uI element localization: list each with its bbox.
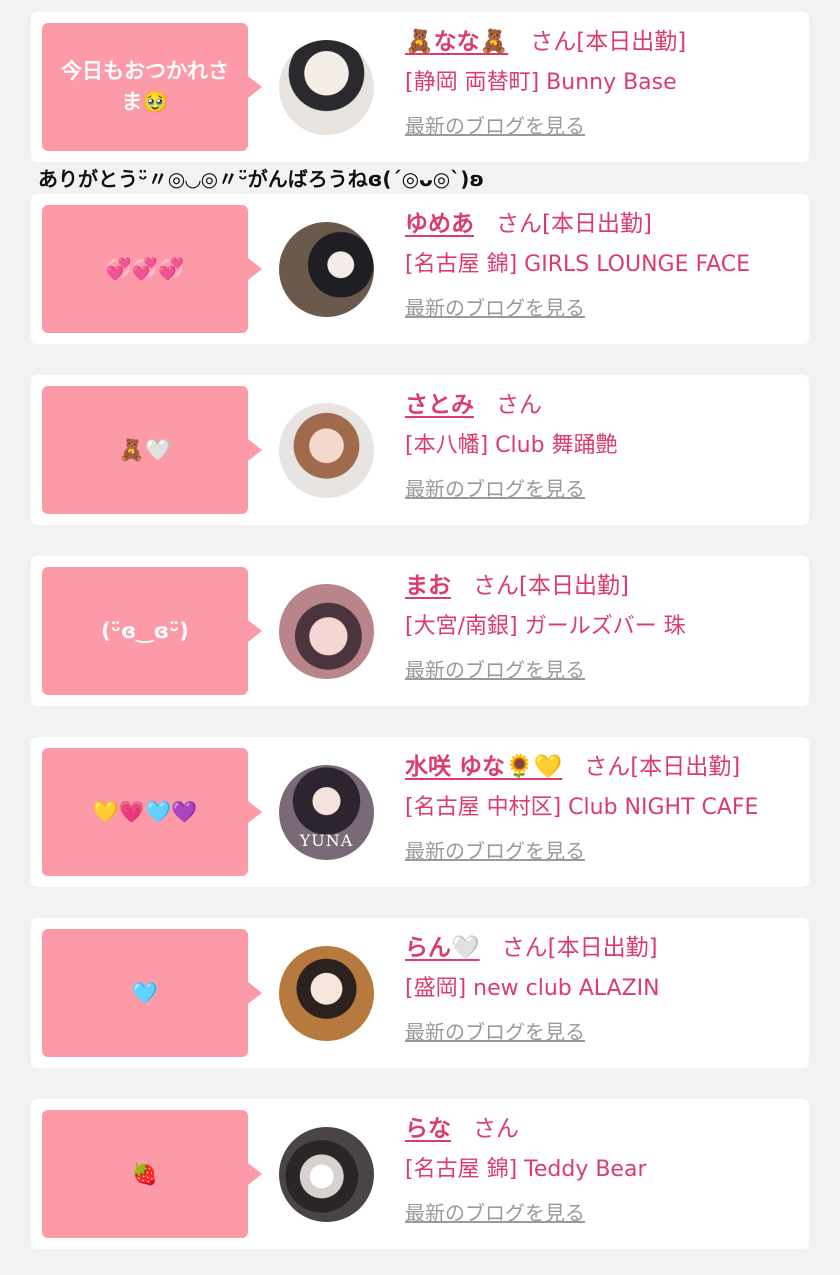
message-bubble: 💞💞💞	[42, 205, 262, 333]
status-label: [本日出勤]	[542, 211, 652, 237]
latest-blog-link[interactable]: 最新のブログを見る	[405, 1018, 585, 1046]
san-suffix: さん	[496, 211, 542, 237]
avatar-caption: YUNA	[299, 831, 354, 850]
san-suffix: さん	[473, 1116, 519, 1142]
shop-name: [静岡 両替町] Bunny Base	[405, 70, 677, 95]
shop-name: [名古屋 錦] Teddy Bear	[405, 1157, 647, 1182]
san-suffix: さん	[501, 935, 548, 961]
status-label: [本日出勤]	[519, 573, 629, 599]
message-bubble: 今日もおつかれさ ま🥹	[42, 23, 262, 151]
message-bubble: 💛💗🩵💜	[42, 748, 262, 876]
status-label: [本日出勤]	[630, 754, 741, 780]
avatar[interactable]: YUNA	[279, 765, 374, 860]
san-suffix: さん	[530, 29, 577, 55]
overflow-text: ありがとうᵕ̈〃◎◡◎〃ᵕ̈がんばろうねɞ(ˊ◎ᴗ◎ˋ)ʚ	[38, 167, 484, 191]
latest-blog-link[interactable]: 最新のブログを見る	[405, 1199, 585, 1227]
san-suffix: さん	[473, 573, 519, 599]
cast-card[interactable]: 💛💗🩵💜 YUNA 水咲 ゆな🌻💛 さん[本日出勤] [名古屋 中村区] Club…	[31, 737, 809, 887]
cast-card[interactable]: 💞💞💞 ゆめあ さん[本日出勤] [名古屋 錦] GIRLS LOUNGE FAC…	[31, 194, 809, 344]
cast-card[interactable]: 🧸🤍 さとみ さん [本八幡] Club 舞踊艶 最新のブログを見る	[31, 375, 809, 525]
cast-name-link[interactable]: ゆめあ	[405, 211, 474, 237]
message-bubble: 🩵	[42, 929, 262, 1057]
cast-card[interactable]: 🩵 らん🤍 さん[本日出勤] [盛岡] new club ALAZIN 最新のブロ…	[31, 918, 809, 1068]
status-label: [本日出勤]	[576, 29, 687, 55]
shop-name: [本八幡] Club 舞踊艶	[405, 433, 618, 458]
latest-blog-link[interactable]: 最新のブログを見る	[405, 837, 585, 865]
status-label: [本日出勤]	[547, 935, 658, 961]
avatar[interactable]	[279, 1127, 374, 1222]
cast-name-link[interactable]: まお	[405, 573, 451, 599]
latest-blog-link[interactable]: 最新のブログを見る	[405, 294, 585, 322]
avatar[interactable]	[279, 403, 374, 498]
cast-card[interactable]: 今日もおつかれさ ま🥹 🧸なな🧸 さん[本日出勤] [静岡 両替町] Bunny …	[31, 12, 809, 162]
latest-blog-link[interactable]: 最新のブログを見る	[405, 656, 585, 684]
cast-name-link[interactable]: らな	[405, 1116, 451, 1142]
cast-name-link[interactable]: らん🤍	[405, 935, 480, 961]
avatar[interactable]	[279, 40, 374, 135]
latest-blog-link[interactable]: 最新のブログを見る	[405, 475, 585, 503]
message-bubble: 🍓	[42, 1110, 262, 1238]
avatar[interactable]	[279, 222, 374, 317]
cast-name-link[interactable]: 🧸なな🧸	[405, 29, 508, 55]
message-bubble: (ᵕ̈ɞ‿ɞᵕ̈)	[42, 567, 262, 695]
shop-name: [大宮/南銀] ガールズバー 珠	[405, 614, 686, 639]
latest-blog-link[interactable]: 最新のブログを見る	[405, 112, 585, 140]
shop-name: [盛岡] new club ALAZIN	[405, 976, 660, 1001]
avatar[interactable]	[279, 584, 374, 679]
avatar[interactable]	[279, 946, 374, 1041]
message-bubble: 🧸🤍	[42, 386, 262, 514]
cast-card[interactable]: 🍓 らな さん [名古屋 錦] Teddy Bear 最新のブログを見る	[31, 1099, 809, 1249]
san-suffix: さん	[496, 392, 542, 418]
shop-name: [名古屋 中村区] Club NIGHT CAFE	[405, 795, 759, 820]
cast-card[interactable]: (ᵕ̈ɞ‿ɞᵕ̈) まお さん[本日出勤] [大宮/南銀] ガールズバー 珠 最新…	[31, 556, 809, 706]
cast-name-link[interactable]: 水咲 ゆな🌻💛	[405, 754, 562, 780]
cast-name-link[interactable]: さとみ	[405, 392, 474, 418]
shop-name: [名古屋 錦] GIRLS LOUNGE FACE	[405, 252, 751, 277]
san-suffix: さん	[584, 754, 631, 780]
